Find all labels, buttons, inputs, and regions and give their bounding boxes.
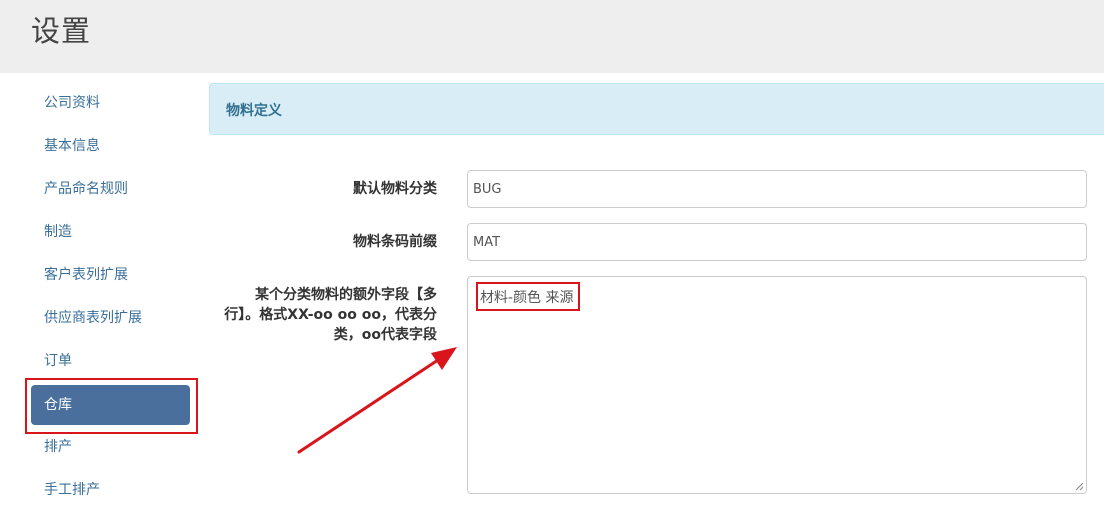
extra-fields-label-line2: 行】。格式XX-oo oo oo，代表分	[224, 307, 437, 323]
barcode-prefix-input[interactable]	[467, 223, 1087, 261]
extra-fields-textarea-value: 材料-颜色 来源	[480, 290, 574, 306]
barcode-prefix-label: 物料条码前缀	[353, 234, 437, 250]
extra-fields-label: 某个分类物料的额外字段【多 行】。格式XX-oo oo oo，代表分 类，oo代…	[224, 285, 437, 345]
extra-fields-label-line3: 类，oo代表字段	[333, 327, 437, 343]
sidebar-item-scheduling[interactable]: 排产	[31, 427, 190, 467]
page-header: 设置	[0, 0, 1104, 73]
sidebar-item-product-naming[interactable]: 产品命名规则	[31, 169, 190, 209]
resize-grip-icon[interactable]	[1074, 481, 1084, 491]
panel-title: 物料定义	[226, 103, 282, 119]
sidebar-item-warehouse[interactable]: 仓库	[31, 385, 190, 425]
sidebar-item-basic-info[interactable]: 基本信息	[31, 126, 190, 166]
panel-heading: 物料定义	[209, 83, 1104, 135]
sidebar-item-company-profile[interactable]: 公司资料	[31, 83, 190, 123]
default-category-input[interactable]	[467, 170, 1087, 208]
sidebar-item-supplier-columns[interactable]: 供应商表列扩展	[31, 298, 190, 338]
default-category-label: 默认物料分类	[353, 181, 437, 197]
sidebar-item-customer-columns[interactable]: 客户表列扩展	[31, 255, 190, 295]
page-title: 设置	[31, 14, 92, 48]
sidebar-item-orders[interactable]: 订单	[31, 341, 190, 381]
extra-fields-label-line1: 某个分类物料的额外字段【多	[255, 287, 437, 303]
extra-fields-textarea[interactable]: 材料-颜色 来源	[467, 276, 1087, 494]
sidebar-item-manufacturing[interactable]: 制造	[31, 212, 190, 252]
sidebar-item-manual-scheduling[interactable]: 手工排产	[31, 470, 190, 510]
